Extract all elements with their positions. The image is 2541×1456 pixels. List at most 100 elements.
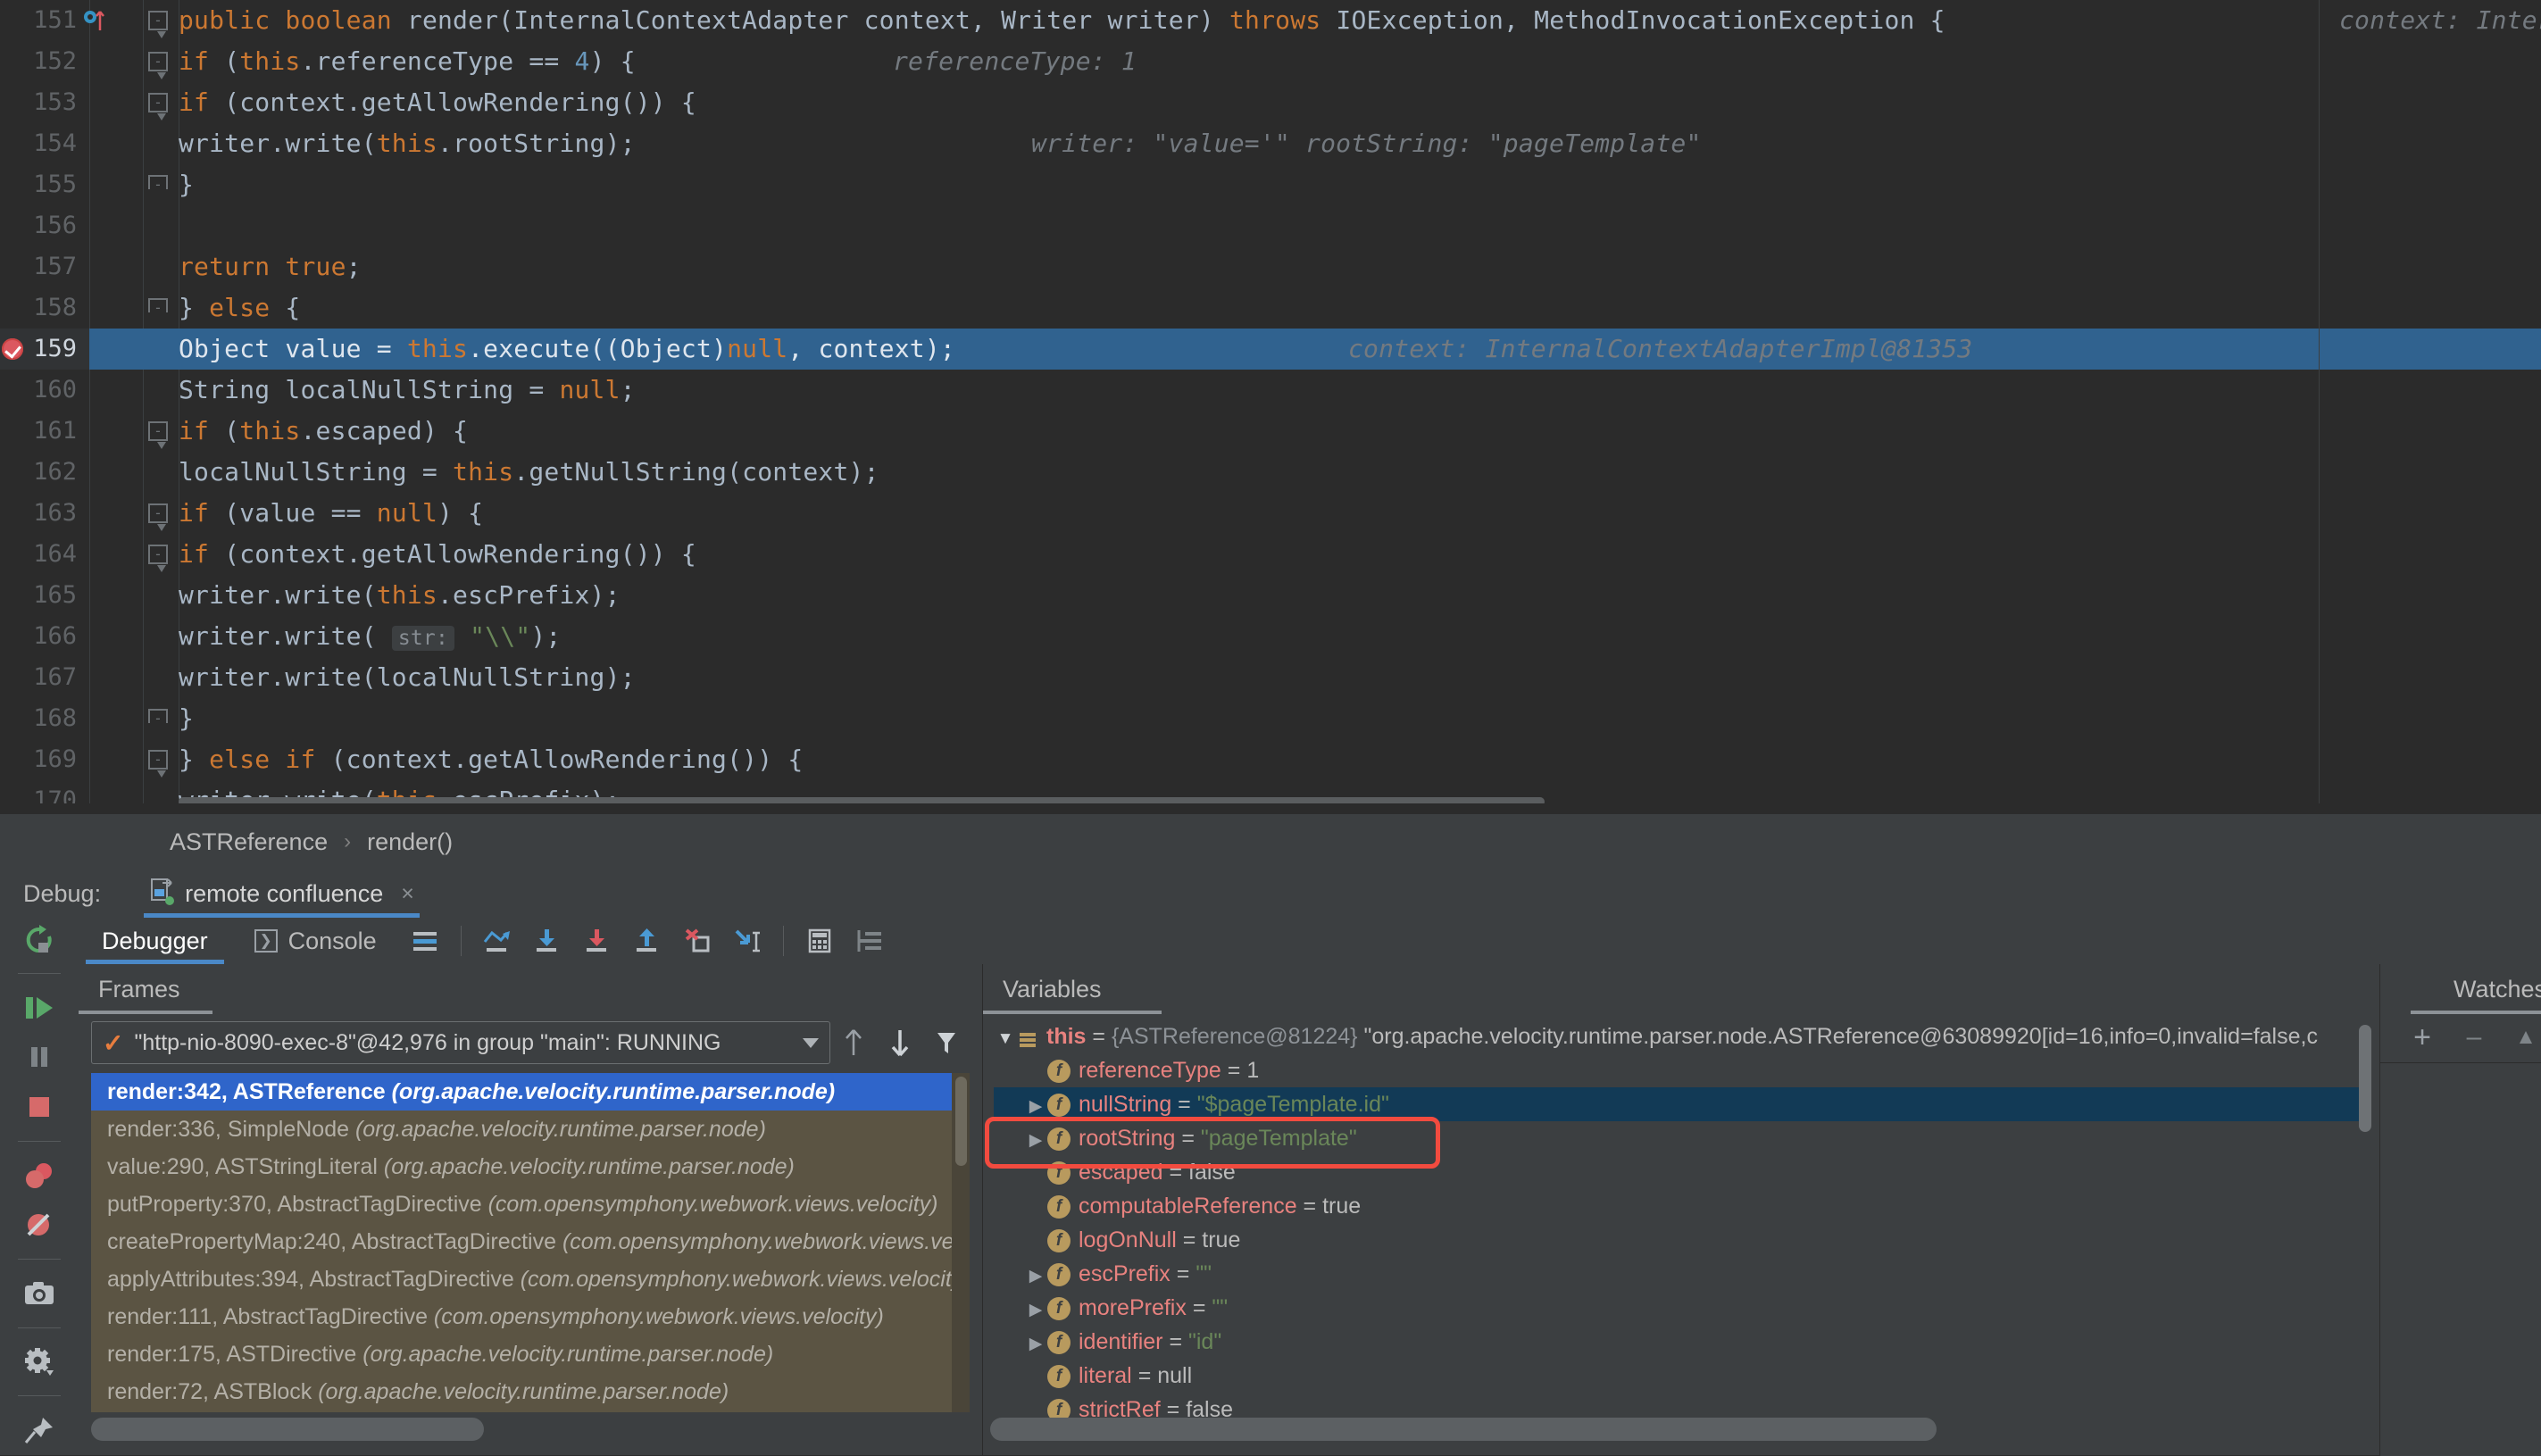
variable-row[interactable]: f referenceType = 1	[994, 1053, 2369, 1087]
chevron-right-icon[interactable]: ▶	[1024, 1327, 1047, 1361]
variable-row[interactable]: ▶ f rootString = "pageTemplate"	[994, 1121, 2369, 1155]
debug-session-tab[interactable]: remote confluence ×	[144, 869, 420, 918]
code-lines[interactable]: 151 - public boolean render(InternalConte…	[0, 0, 2541, 803]
variables-horizontal-scrollbar[interactable]	[990, 1418, 1937, 1441]
stop-icon[interactable]	[0, 1082, 79, 1132]
pause-program-icon[interactable]	[0, 1033, 79, 1083]
frame-row[interactable]: value:290, ASTStringLiteral (org.apache.…	[91, 1148, 970, 1186]
frame-row[interactable]: createPropertyMap:240, AbstractTagDirect…	[91, 1223, 970, 1260]
code-line[interactable]: 158 - } else {	[0, 287, 2541, 329]
frame-row[interactable]: render:72, ASTBlock (org.apache.velocity…	[91, 1373, 970, 1410]
code-line[interactable]: 168 - }	[0, 698, 2541, 739]
frame-row[interactable]: getRenderedTagBody:180, ApplyDecoratorDi…	[91, 1410, 970, 1412]
frame-row[interactable]: render:111, AbstractTagDirective (com.op…	[91, 1298, 970, 1335]
run-to-cursor-icon[interactable]	[722, 918, 772, 964]
code-editor[interactable]: 151 - public boolean render(InternalConte…	[0, 0, 2541, 803]
frames-list[interactable]: render:342, ASTReference (org.apache.vel…	[91, 1073, 970, 1412]
fold-expanded-icon[interactable]: -	[148, 52, 168, 79]
variable-row[interactable]: ▼ this = {ASTReference@81224} "org.apache…	[994, 1019, 2369, 1053]
variable-row[interactable]: f strictRef = false	[994, 1393, 2369, 1419]
chevron-right-icon[interactable]: ▶	[1024, 1260, 1047, 1294]
drop-frame-icon[interactable]	[672, 918, 722, 964]
chevron-down-icon[interactable]	[803, 1037, 819, 1048]
watches-list[interactable]	[2380, 1062, 2541, 1456]
code-line[interactable]: 154 writer.write(this.rootString); writer…	[0, 123, 2541, 164]
run-method-icon[interactable]	[82, 7, 109, 34]
screenshot-icon[interactable]	[0, 1269, 79, 1319]
variable-row[interactable]: f literal = null	[994, 1359, 2369, 1393]
debug-actions-toolbar[interactable]	[0, 964, 79, 1455]
scrollbar-thumb[interactable]	[955, 1077, 967, 1166]
fold-collapsed-icon[interactable]: -	[148, 175, 168, 193]
tab-console[interactable]: ❯ Console	[231, 918, 400, 964]
fold-expanded-icon[interactable]: -	[148, 11, 168, 38]
filter-icon[interactable]	[923, 1021, 970, 1064]
fold-expanded-icon[interactable]: -	[148, 545, 168, 572]
code-line[interactable]: 157 return true;	[0, 246, 2541, 287]
watches-toolbar[interactable]: + – ▲ ▼	[2380, 1014, 2541, 1061]
code-line[interactable]: 152 - if (this.referenceType == 4) {refer…	[0, 41, 2541, 82]
code-line[interactable]: 155 - }	[0, 164, 2541, 205]
chevron-right-icon[interactable]: ▶	[1024, 1090, 1047, 1124]
fold-collapsed-icon[interactable]: -	[148, 709, 168, 727]
breakpoint-icon[interactable]	[2, 338, 23, 360]
settings-icon[interactable]	[0, 1337, 79, 1387]
variables-tree[interactable]: ▼ this = {ASTReference@81224} "org.apache…	[994, 1019, 2369, 1419]
thread-dropdown[interactable]: ✓ "http-nio-8090-exec-8"@42,976 in group…	[91, 1021, 830, 1064]
fold-expanded-icon[interactable]: -	[148, 421, 168, 449]
variable-row[interactable]: f escaped = false	[994, 1155, 2369, 1189]
frames-horizontal-scrollbar[interactable]	[91, 1418, 484, 1441]
variable-row[interactable]: f logOnNull = true	[994, 1223, 2369, 1257]
code-line[interactable]: 160 String localNullString = null;	[0, 370, 2541, 411]
code-line[interactable]: 161 - if (this.escaped) {	[0, 411, 2541, 452]
frame-row[interactable]: render:342, ASTReference (org.apache.vel…	[91, 1073, 970, 1111]
panel-divider[interactable]	[982, 964, 983, 1455]
mute-breakpoints-icon[interactable]	[845, 918, 895, 964]
tab-debugger[interactable]: Debugger	[79, 918, 231, 964]
frame-row[interactable]: render:175, ASTDirective (org.apache.vel…	[91, 1335, 970, 1373]
close-icon[interactable]: ×	[401, 881, 414, 907]
variables-scrollbar[interactable]	[2356, 1019, 2374, 1419]
fold-expanded-icon[interactable]: -	[148, 750, 168, 778]
code-line[interactable]: 169 - } else if (context.getAllowRenderin…	[0, 739, 2541, 780]
arrow-up-icon[interactable]	[830, 1021, 877, 1064]
variable-row[interactable]: ▶ f identifier = "id"	[994, 1325, 2369, 1359]
mute-breakpoints-icon[interactable]	[0, 1201, 79, 1251]
fold-expanded-icon[interactable]: -	[148, 503, 168, 531]
scrollbar-thumb[interactable]	[179, 797, 1545, 803]
step-out-icon[interactable]	[622, 918, 672, 964]
variable-row[interactable]: f computableReference = true	[994, 1189, 2369, 1223]
view-breakpoints-icon[interactable]	[0, 1151, 79, 1201]
force-step-into-icon[interactable]	[572, 918, 622, 964]
variable-row[interactable]: ▶ f nullString = "$pageTemplate.id"	[994, 1087, 2369, 1121]
rerun-icon[interactable]	[0, 918, 79, 964]
frame-row[interactable]: putProperty:370, AbstractTagDirective (c…	[91, 1186, 970, 1223]
pin-tab-icon[interactable]	[0, 1405, 79, 1455]
variable-row[interactable]: ▶ f escPrefix = ""	[994, 1257, 2369, 1291]
evaluate-expression-icon[interactable]	[795, 918, 845, 964]
fold-collapsed-icon[interactable]: -	[148, 298, 168, 316]
chevron-right-icon[interactable]: ▶	[1024, 1294, 1047, 1327]
step-over-icon[interactable]	[472, 918, 522, 964]
editor-horizontal-scrollbar[interactable]	[170, 795, 2268, 803]
step-into-icon[interactable]	[522, 918, 572, 964]
fold-expanded-icon[interactable]: -	[148, 93, 168, 121]
layout-settings-icon[interactable]	[400, 918, 450, 964]
code-line[interactable]: 164 - if (context.getAllowRendering()) {	[0, 534, 2541, 575]
breadcrumb-method[interactable]: render()	[367, 828, 453, 856]
resume-program-icon[interactable]	[0, 983, 79, 1033]
code-line[interactable]: 153 - if (context.getAllowRendering()) {	[0, 82, 2541, 123]
move-watch-up-button[interactable]: ▲	[2500, 1014, 2541, 1061]
debugger-toolbar[interactable]: Debugger ❯ Console	[0, 918, 2541, 964]
chevron-down-icon[interactable]: ▼	[994, 1022, 1017, 1056]
frame-row[interactable]: render:336, SimpleNode (org.apache.veloc…	[91, 1111, 970, 1148]
code-line[interactable]: 165 writer.write(this.escPrefix);	[0, 575, 2541, 616]
breadcrumb-class[interactable]: ASTReference	[170, 828, 328, 856]
code-line[interactable]: 159 Object value = this.execute((Object)…	[0, 329, 2541, 370]
code-line[interactable]: 162 localNullString = this.getNullString…	[0, 452, 2541, 493]
arrow-down-icon[interactable]	[877, 1021, 923, 1064]
add-watch-button[interactable]: +	[2396, 1014, 2448, 1061]
frame-row[interactable]: applyAttributes:394, AbstractTagDirectiv…	[91, 1260, 970, 1298]
thread-selector-bar[interactable]: ✓ "http-nio-8090-exec-8"@42,976 in group…	[91, 1018, 970, 1068]
code-line[interactable]: 167 writer.write(localNullString);	[0, 657, 2541, 698]
